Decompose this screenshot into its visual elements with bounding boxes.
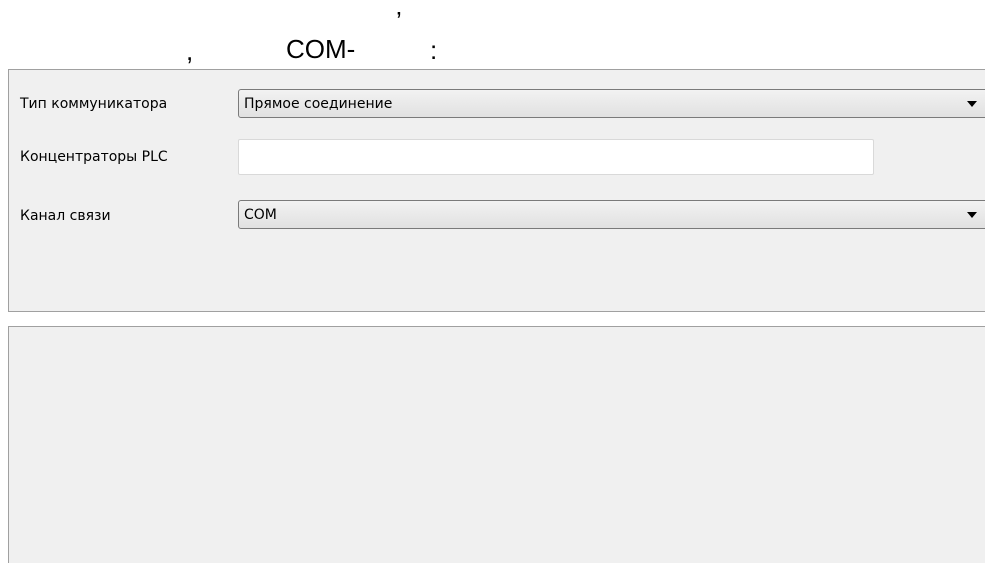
- communicator-type-label: Тип коммуникатора: [20, 96, 168, 112]
- plc-concentrators-label: Концентраторы PLC: [20, 149, 168, 165]
- chevron-down-icon: [967, 212, 977, 218]
- heading-fragment-colon: :: [430, 35, 438, 65]
- channel-label: Канал связи: [20, 208, 111, 224]
- communicator-type-dropdown[interactable]: Прямое соединение: [238, 89, 985, 118]
- heading-fragment-com: COM-: [286, 34, 356, 64]
- heading-fragment-comma: ,: [186, 36, 194, 66]
- plc-concentrators-field[interactable]: [238, 139, 874, 175]
- heading-fragment-apostrophe: ’: [396, 6, 402, 36]
- communicator-type-value: Прямое соединение: [244, 96, 393, 112]
- content-area: [8, 326, 985, 563]
- chevron-down-icon: [967, 101, 977, 107]
- channel-value: COM: [244, 207, 277, 223]
- connection-settings-panel: Тип коммуникатора Прямое соединение Конц…: [8, 69, 985, 312]
- channel-dropdown[interactable]: COM: [238, 200, 985, 229]
